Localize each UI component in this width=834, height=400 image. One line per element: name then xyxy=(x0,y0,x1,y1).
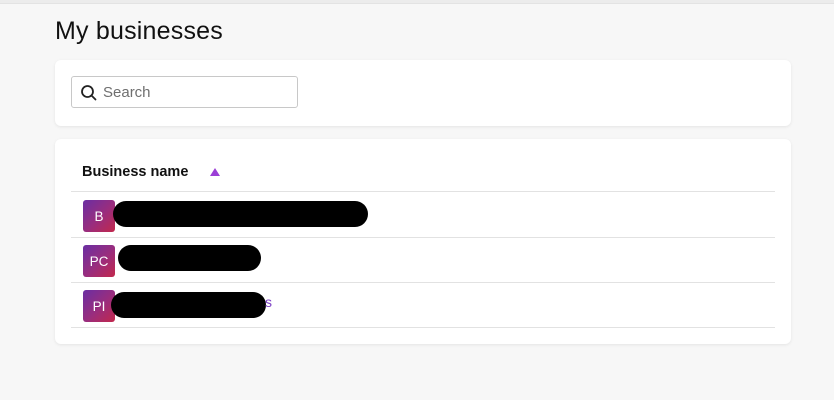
table-row[interactable]: PC xyxy=(71,238,775,283)
column-header-business-name[interactable]: Business name xyxy=(82,164,188,180)
search-input[interactable] xyxy=(103,77,291,107)
search-box[interactable] xyxy=(71,76,298,108)
table-row[interactable]: B xyxy=(71,193,775,238)
search-icon xyxy=(81,85,97,101)
redaction-bar xyxy=(113,201,368,227)
search-panel xyxy=(55,60,791,126)
redaction-bar xyxy=(111,292,266,318)
page-title: My businesses xyxy=(55,17,223,45)
redaction-bar xyxy=(118,245,261,271)
top-divider xyxy=(0,0,834,4)
sort-ascending-icon[interactable] xyxy=(210,168,220,176)
business-table: Business name B PC PI s xyxy=(55,139,791,344)
business-name-tail[interactable]: s xyxy=(265,294,272,310)
avatar: B xyxy=(83,200,115,232)
table-row[interactable]: PI s xyxy=(71,283,775,328)
table-header: Business name xyxy=(71,139,775,192)
avatar: PC xyxy=(83,245,115,277)
